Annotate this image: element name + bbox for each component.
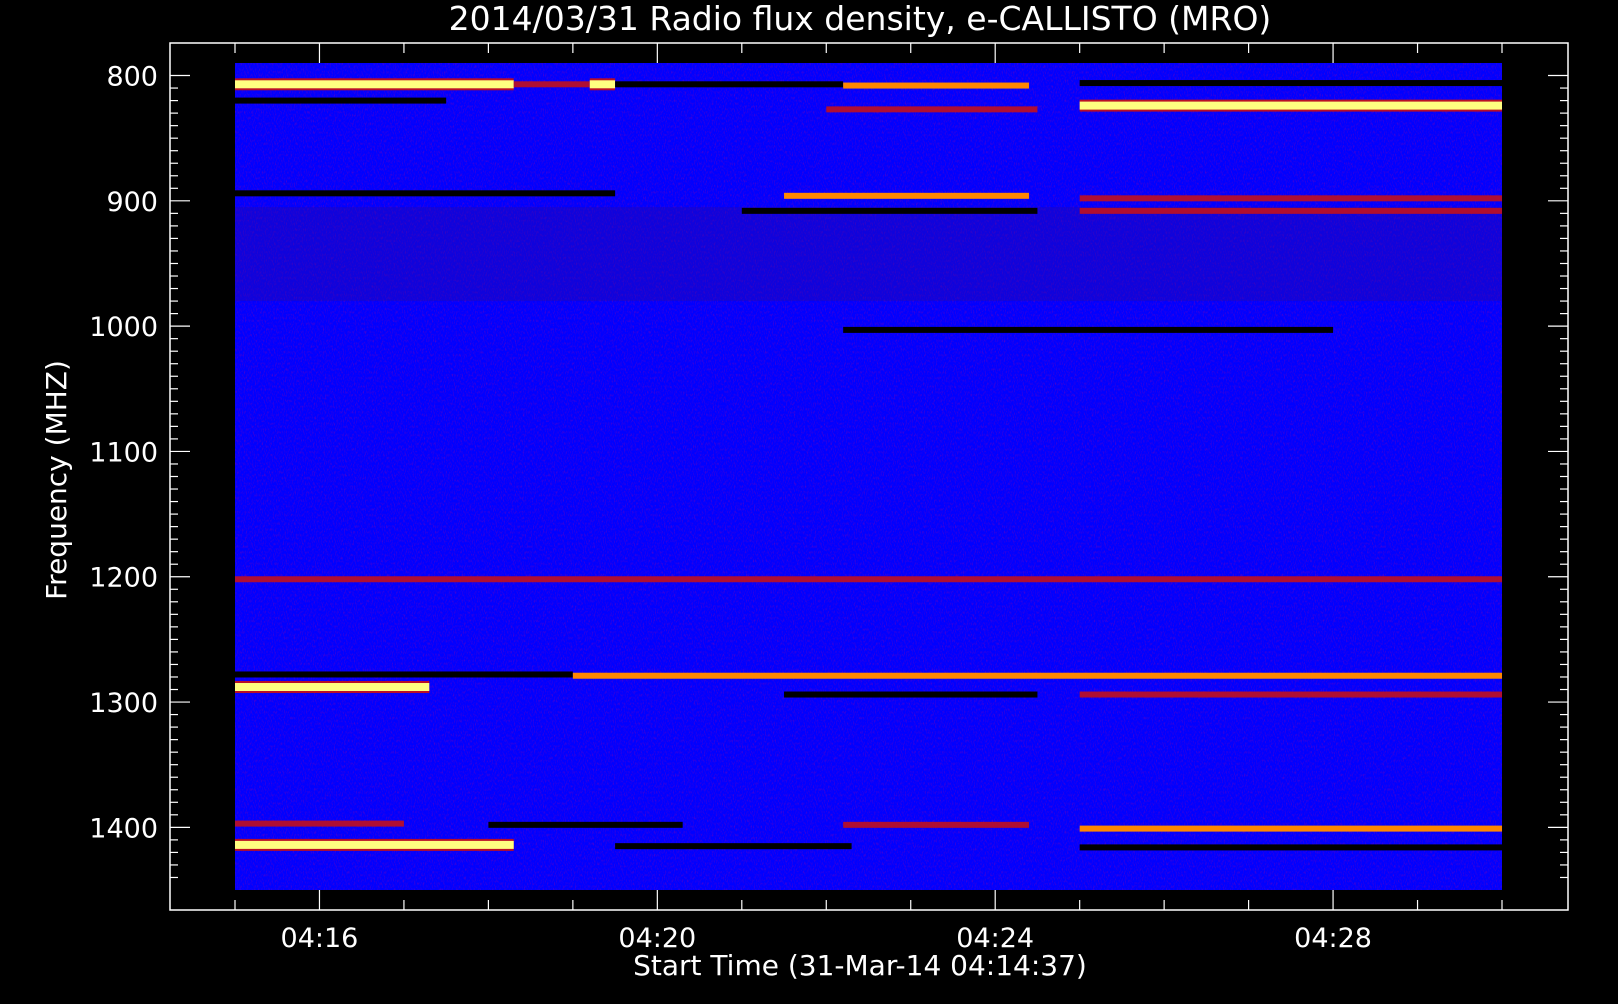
emission-band [1079, 207, 1502, 214]
emission-band [615, 843, 852, 850]
x-tick-label: 04:24 [956, 923, 1034, 954]
emission-band [235, 683, 430, 692]
emission-band [1079, 691, 1502, 698]
chart-title: 2014/03/31 Radio flux density, e-CALLIST… [449, 0, 1272, 38]
emission-band [235, 840, 514, 849]
emission-band [235, 820, 404, 827]
heatmap-stripe-region [235, 207, 1502, 302]
y-tick-label: 900 [106, 187, 158, 218]
emission-band [513, 81, 590, 88]
x-tick-label: 04:16 [281, 923, 359, 954]
emission-band [235, 576, 1502, 583]
y-tick-label: 1300 [89, 688, 158, 719]
emission-band [235, 97, 447, 104]
emission-band [235, 80, 514, 89]
spectrogram-chart: 2014/03/31 Radio flux density, e-CALLIST… [0, 0, 1618, 1000]
emission-band [843, 821, 1029, 828]
y-axis-label: Frequency (MHZ) [40, 360, 73, 600]
emission-band [826, 106, 1038, 113]
emission-band [843, 326, 1334, 333]
emission-band [784, 691, 1038, 698]
x-tick-label: 04:28 [1294, 923, 1372, 954]
emission-band [615, 81, 844, 88]
y-tick-label: 1000 [89, 312, 158, 343]
emission-band [1079, 195, 1502, 202]
y-tick-label: 1200 [89, 563, 158, 594]
emission-band [1079, 844, 1502, 851]
heatmap-area [235, 63, 1502, 890]
y-tick-label: 1400 [89, 813, 158, 844]
y-tick-label: 800 [106, 62, 158, 93]
emission-band [488, 821, 683, 828]
chart-svg: 2014/03/31 Radio flux density, e-CALLIST… [40, 0, 1569, 982]
emission-band [235, 190, 616, 197]
emission-band [741, 207, 1038, 214]
emission-band [1079, 80, 1502, 87]
emission-band [572, 672, 1502, 679]
emission-band [589, 80, 616, 89]
heatmap-noise [235, 63, 1502, 890]
emission-band [784, 192, 1029, 199]
y-tick-label: 1100 [89, 437, 158, 468]
emission-band [235, 671, 573, 678]
emission-band [843, 82, 1029, 89]
emission-band [1079, 825, 1502, 832]
emission-band [1079, 101, 1502, 110]
x-tick-label: 04:20 [618, 923, 696, 954]
